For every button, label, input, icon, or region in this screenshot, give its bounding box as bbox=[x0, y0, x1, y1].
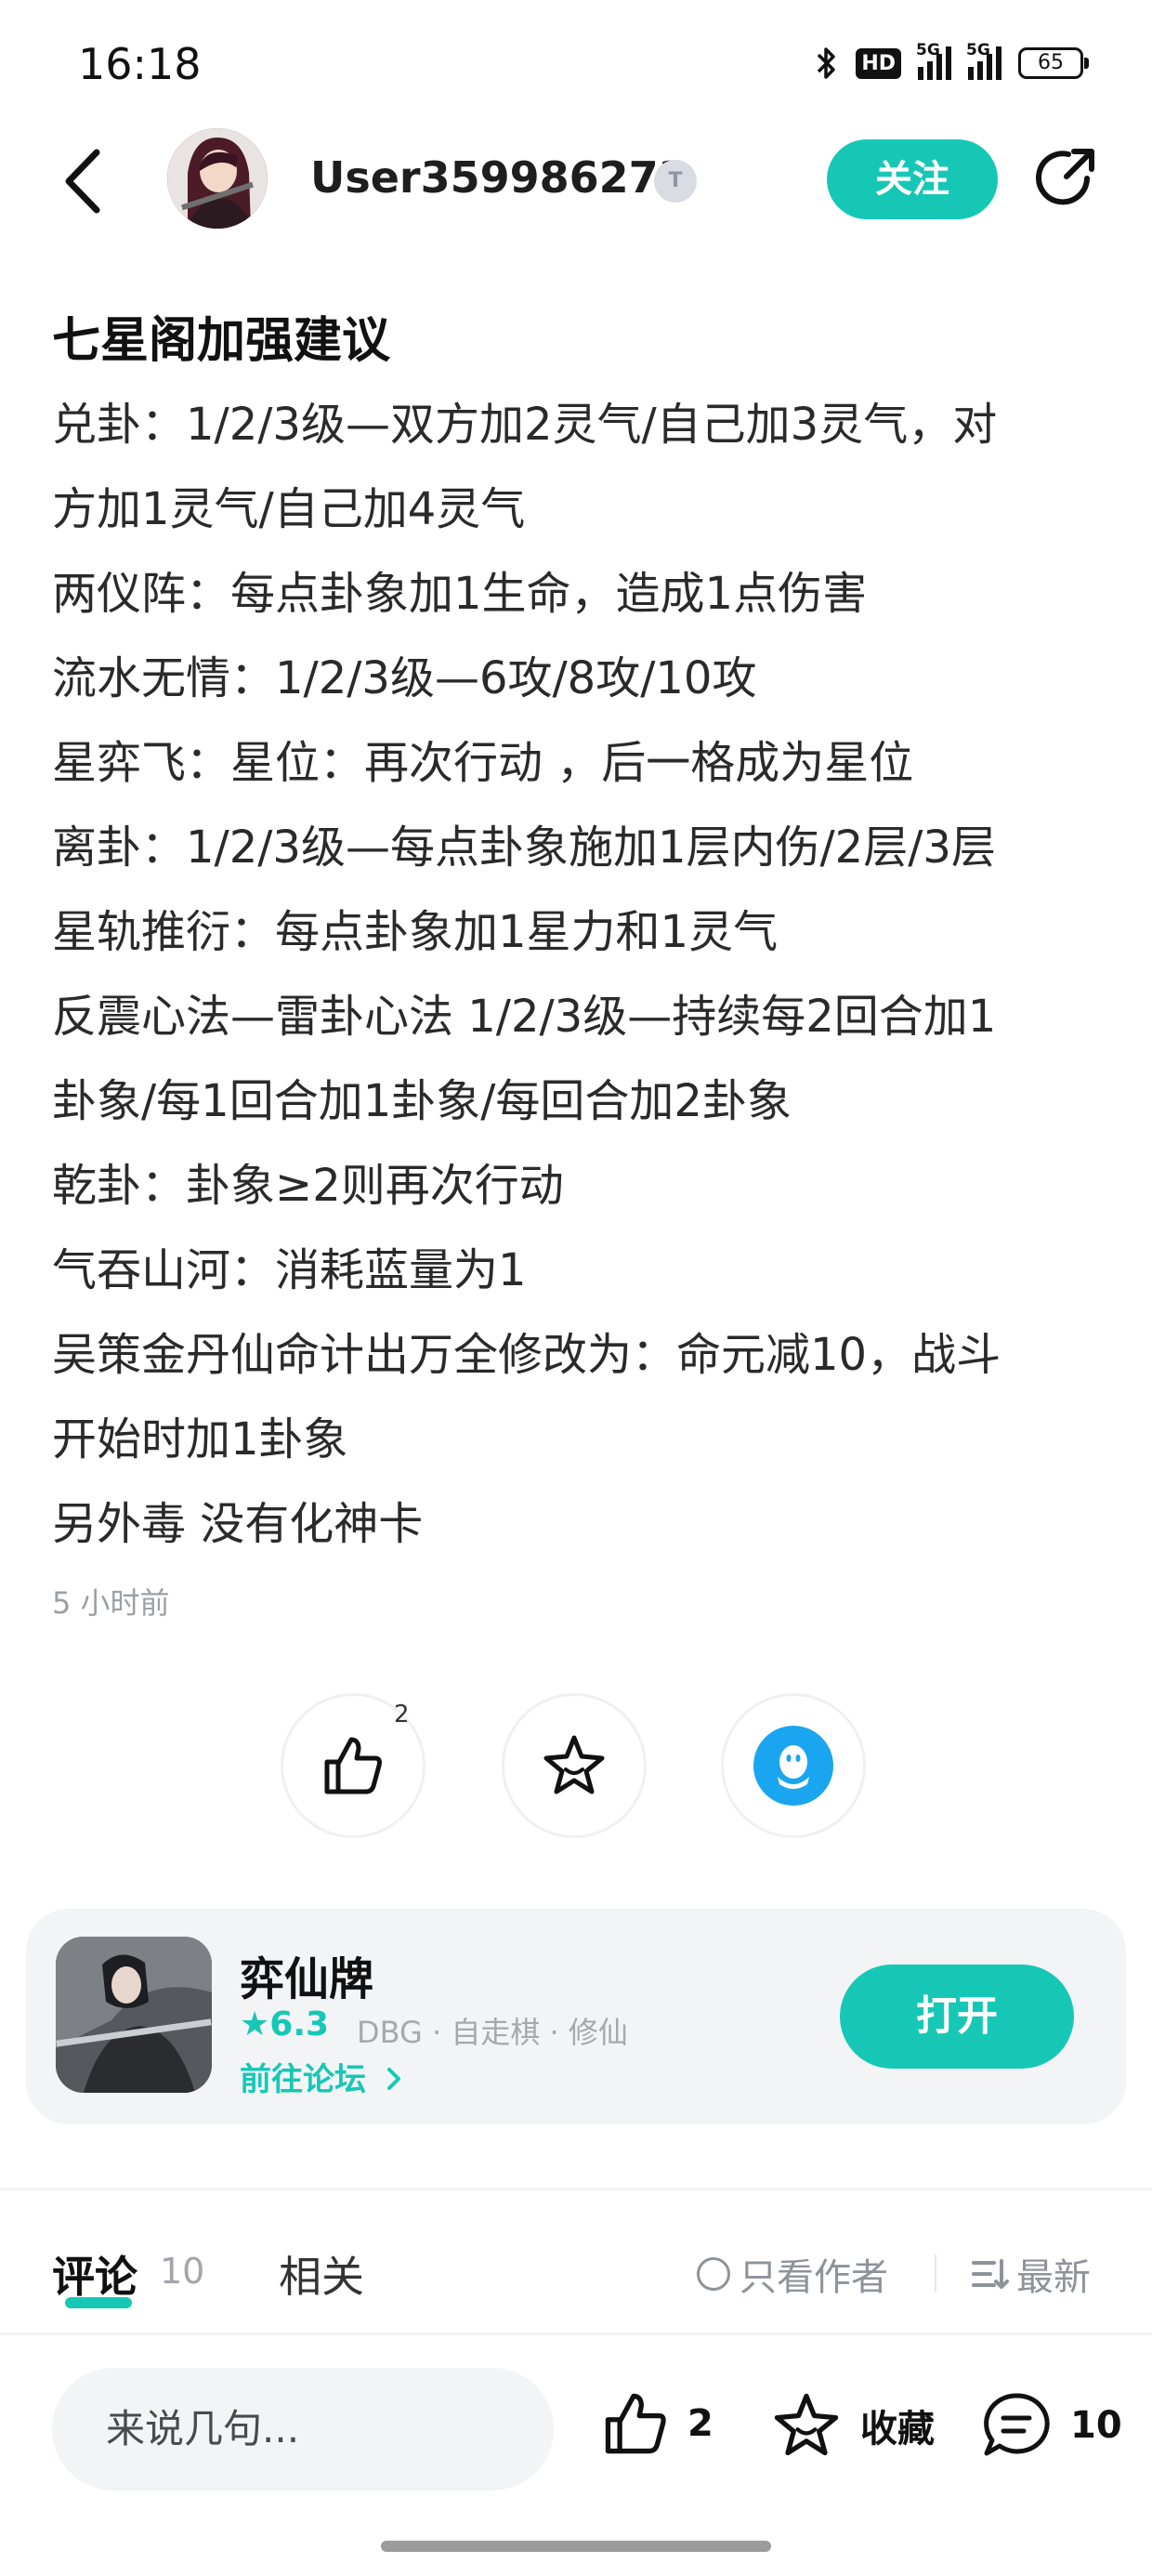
post-timestamp: 5 小时前 bbox=[52, 1585, 170, 1621]
sort-icon bbox=[972, 2259, 1009, 2289]
user-level-badge: T bbox=[654, 160, 697, 203]
post-line: 卦象/每1回合加1卦象/每回合加2卦象 bbox=[52, 1075, 792, 1127]
star-filled-icon: ★ bbox=[240, 2005, 270, 2044]
avatar[interactable] bbox=[167, 128, 268, 229]
signal-icon: 5G bbox=[966, 41, 1001, 80]
sort-button[interactable]: 最新 bbox=[972, 2247, 1091, 2301]
share-button[interactable] bbox=[1029, 141, 1102, 214]
network-label: 5G bbox=[966, 41, 990, 59]
comment-bubble-icon bbox=[984, 2393, 1050, 2456]
post-line: 乾卦：卦象≥2则再次行动 bbox=[52, 1160, 564, 1212]
post-line: 流水无情：1/2/3级—6攻/8攻/10攻 bbox=[52, 652, 757, 704]
battery-icon: 65 bbox=[1018, 47, 1089, 79]
network-label: 5G bbox=[916, 41, 940, 59]
hd-badge: HD bbox=[856, 47, 901, 79]
comments-count: 10 bbox=[160, 2251, 205, 2292]
share-icon bbox=[1036, 149, 1094, 205]
post-line: 星弈飞：星位：再次行动 ，后一格成为星位 bbox=[52, 737, 914, 789]
author-only-label: 只看作者 bbox=[740, 2256, 888, 2299]
rating-value: 6.3 bbox=[269, 2005, 330, 2044]
author-only-toggle[interactable]: 只看作者 bbox=[697, 2247, 888, 2301]
chevron-right-icon bbox=[386, 2068, 400, 2090]
qq-share-button[interactable] bbox=[721, 1693, 866, 1838]
thumbs-up-icon bbox=[324, 1737, 382, 1794]
forum-link[interactable]: 前往论坛 bbox=[240, 2054, 405, 2099]
post-line: 反震心法—雷卦心法 1/2/3级—持续每2回合加1 bbox=[52, 991, 997, 1043]
post-line: 方加1灵气/自己加4灵气 bbox=[52, 483, 526, 535]
back-arrow-icon bbox=[65, 149, 100, 214]
open-game-button[interactable]: 打开 bbox=[840, 1965, 1074, 2069]
post-title: 七星阁加强建议 bbox=[52, 313, 391, 369]
comment-input[interactable]: 来说几句... bbox=[52, 2368, 554, 2491]
status-icons: HD 5G 5G 65 bbox=[815, 41, 1089, 82]
signal-icon: 5G bbox=[916, 41, 951, 80]
post-line: 兑卦：1/2/3级—双方加2灵气/自己加3灵气，对 bbox=[52, 399, 998, 451]
game-cover-image bbox=[56, 1937, 212, 2093]
post-line: 吴策金丹仙命计出万全修改为：命元减10，战斗 bbox=[52, 1329, 1001, 1381]
tab-active-indicator bbox=[65, 2297, 132, 2308]
game-name[interactable]: 弈仙牌 bbox=[240, 1942, 373, 2007]
post-line: 两仪阵：每点卦象加1生命，造成1点伤害 bbox=[52, 568, 868, 620]
forum-link-label: 前往论坛 bbox=[240, 2061, 366, 2098]
favorite-label: 收藏 bbox=[860, 2408, 935, 2451]
star-icon bbox=[774, 2393, 839, 2456]
post-line: 气吞山河：消耗蓝量为1 bbox=[52, 1244, 527, 1296]
bottom-comment-button[interactable]: 10 bbox=[979, 2388, 1122, 2463]
comment-count: 10 bbox=[1070, 2404, 1122, 2447]
star-icon bbox=[543, 1735, 605, 1794]
username[interactable]: User359986273 bbox=[310, 152, 688, 203]
divider bbox=[0, 2188, 1152, 2190]
tab-related[interactable]: 相关 bbox=[279, 2243, 364, 2305]
back-button[interactable] bbox=[56, 139, 111, 223]
thumbs-up-icon bbox=[605, 2393, 666, 2454]
game-tags: DBG · 自走棋 · 修仙 bbox=[357, 2015, 628, 2050]
divider bbox=[935, 2254, 936, 2292]
favorite-button[interactable] bbox=[502, 1693, 647, 1838]
bottom-favorite-button[interactable]: 收藏 bbox=[769, 2388, 935, 2463]
follow-button[interactable]: 关注 bbox=[827, 139, 998, 219]
game-rating: ★6.3 bbox=[240, 2005, 329, 2044]
post-line: 星轨推衍：每点卦象加1星力和1灵气 bbox=[52, 906, 779, 958]
post-line: 另外毒 没有化神卡 bbox=[52, 1498, 424, 1550]
game-icon[interactable] bbox=[56, 1937, 212, 2093]
status-time: 16:18 bbox=[78, 39, 202, 89]
avatar-image bbox=[167, 128, 268, 229]
post-body: 兑卦：1/2/3级—双方加2灵气/自己加3灵气，对 方加1灵气/自己加4灵气 两… bbox=[52, 383, 1111, 1567]
qq-icon bbox=[753, 1726, 833, 1806]
like-count-badge: 2 bbox=[394, 1701, 410, 1728]
home-indicator[interactable] bbox=[381, 2541, 771, 2552]
post-line: 离卦：1/2/3级—每点卦象施加1层内伤/2层/3层 bbox=[52, 821, 996, 874]
divider bbox=[0, 2333, 1152, 2335]
bottom-like-button[interactable]: 2 bbox=[600, 2388, 713, 2459]
post-line: 开始时加1卦象 bbox=[52, 1413, 348, 1465]
sort-label: 最新 bbox=[1016, 2256, 1091, 2299]
tab-comments[interactable]: 评论 bbox=[52, 2243, 137, 2305]
like-count: 2 bbox=[687, 2402, 713, 2445]
radio-circle-icon bbox=[697, 2257, 730, 2291]
bluetooth-icon bbox=[818, 47, 836, 79]
